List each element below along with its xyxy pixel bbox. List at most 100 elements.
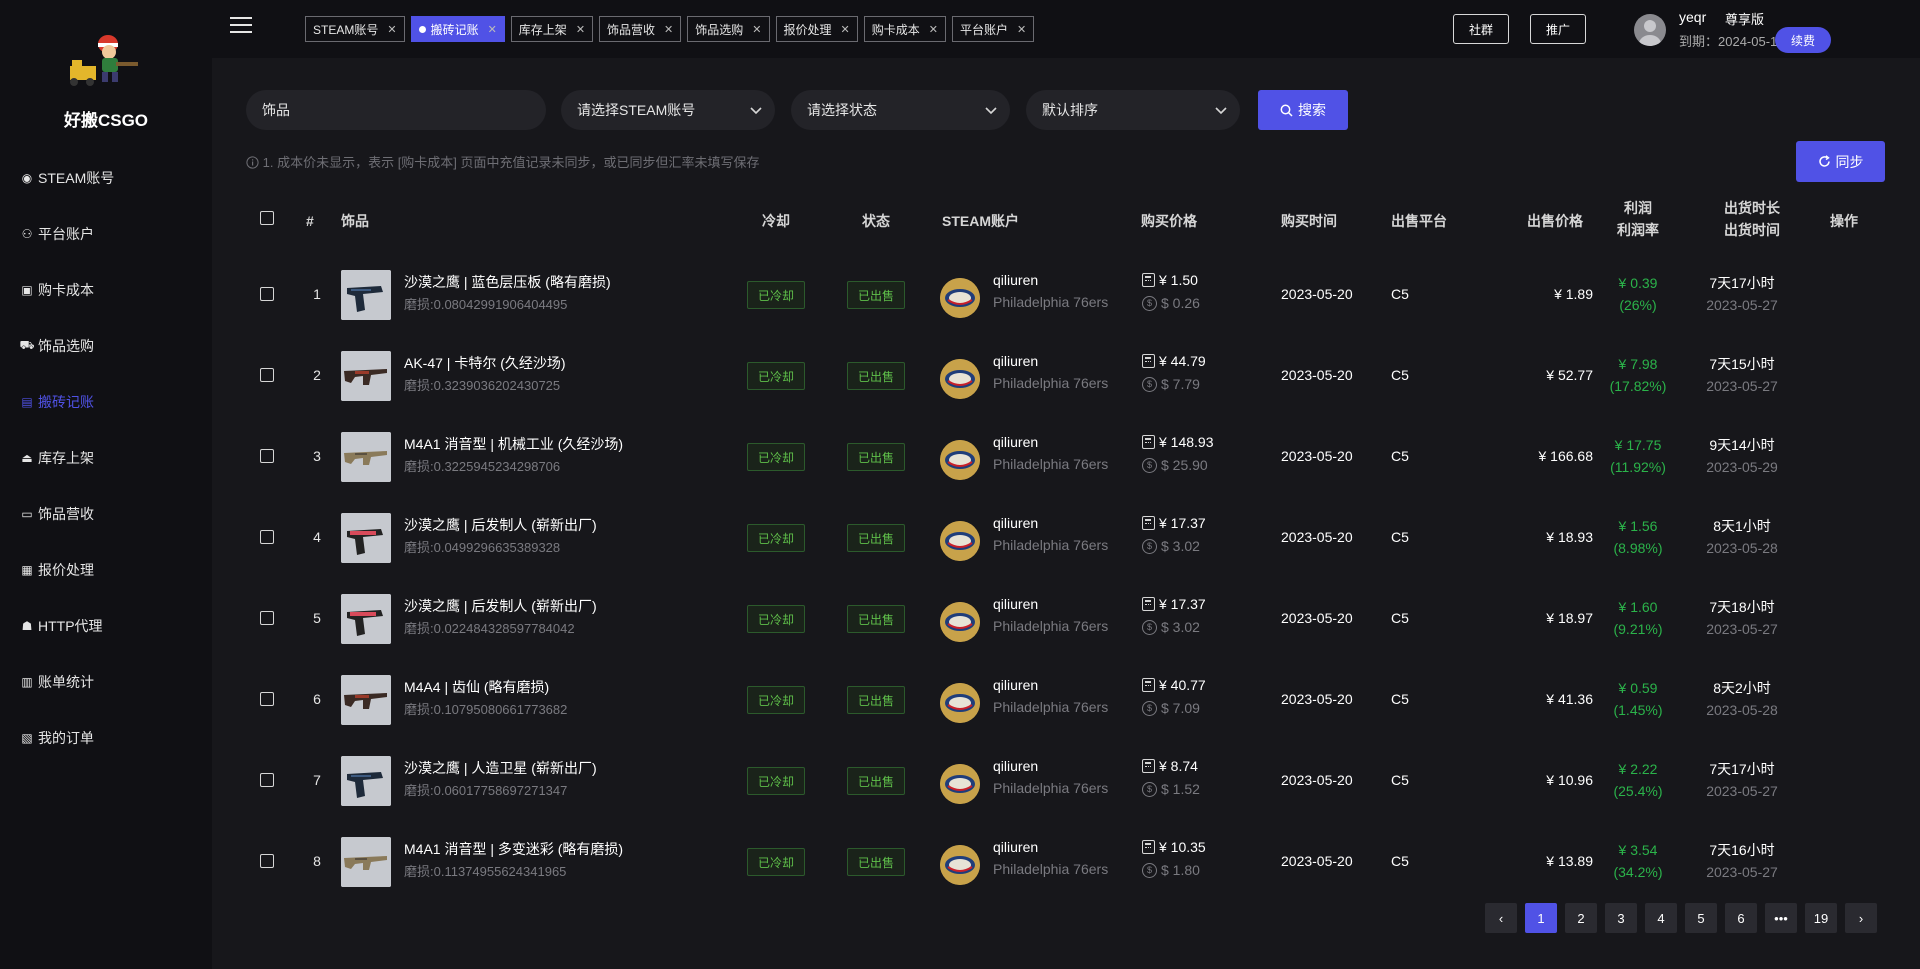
buy-price-usd: $ $ 0.26 xyxy=(1142,295,1200,311)
menu-toggle-icon[interactable] xyxy=(230,17,252,35)
sidebar-item-bill-stats[interactable]: ▥ 账单统计 xyxy=(0,654,212,710)
buy-price-cny-value: ¥ 40.77 xyxy=(1159,677,1206,693)
tab-card-cost[interactable]: 购卡成本 ✕ xyxy=(863,16,946,42)
sidebar-item-quote-handling[interactable]: ▦ 报价处理 xyxy=(0,542,212,598)
promote-button[interactable]: 推广 xyxy=(1530,14,1586,44)
tab-quote-handling[interactable]: 报价处理 ✕ xyxy=(775,16,858,42)
close-icon[interactable]: ✕ xyxy=(664,23,673,36)
tab-label: 平台账户 xyxy=(959,22,1008,37)
sidebar-item-item-revenue[interactable]: ▭ 饰品营收 xyxy=(0,486,212,542)
steam-account-name: qiliuren xyxy=(993,434,1039,450)
sell-price: ¥ 1.89 xyxy=(1554,286,1593,302)
page-2-button[interactable]: 2 xyxy=(1565,903,1597,933)
steam-account-select[interactable]: 请选择STEAM账号 xyxy=(561,90,775,130)
table-row[interactable]: 6 M4A4 | 齿仙 (略有磨损) 磨损:0.10795080661773682 已… xyxy=(212,659,1920,740)
page-3-button[interactable]: 3 xyxy=(1605,903,1637,933)
item-name[interactable]: M4A4 | 齿仙 (略有磨损) xyxy=(404,677,549,697)
close-icon[interactable]: ✕ xyxy=(752,23,761,36)
tab-steam-account[interactable]: STEAM账号 ✕ xyxy=(305,16,405,42)
profit: ¥ 1.60 (9.21%) xyxy=(1598,596,1678,640)
close-icon[interactable]: ✕ xyxy=(1017,23,1026,36)
tab-item-purchase[interactable]: 饰品选购 ✕ xyxy=(687,16,770,42)
cooldown-badge: 已冷却 xyxy=(747,605,805,633)
item-thumbnail xyxy=(341,837,391,887)
sidebar-item-platform-account[interactable]: ⚇ 平台账户 xyxy=(0,206,212,262)
status-select-value: 请选择状态 xyxy=(807,102,877,118)
prev-page-button[interactable]: ‹ xyxy=(1485,903,1517,933)
tab-item-revenue[interactable]: 饰品营收 ✕ xyxy=(599,16,682,42)
cooldown-badge: 已冷却 xyxy=(747,767,805,795)
item-name[interactable]: M4A1 消音型 | 机械工业 (久经沙场) xyxy=(404,434,623,454)
select-all-checkbox[interactable] xyxy=(260,211,274,225)
buy-date: 2023-05-20 xyxy=(1281,529,1353,545)
tab-platform-account[interactable]: 平台账户 ✕ xyxy=(951,16,1035,42)
sync-button[interactable]: 同步 xyxy=(1796,141,1885,182)
steam-avatar xyxy=(940,521,980,561)
table-row[interactable]: 4 沙漠之鹰 | 后发制人 (崭新出厂) 磨损:0.0499296635389328… xyxy=(212,497,1920,578)
next-page-button[interactable]: › xyxy=(1845,903,1877,933)
row-checkbox[interactable] xyxy=(260,530,274,544)
page-4-button[interactable]: 4 xyxy=(1645,903,1677,933)
item-search-input[interactable]: 饰品 xyxy=(246,90,546,130)
table-row[interactable]: 7 沙漠之鹰 | 人造卫星 (崭新出厂) 磨损:0.0601775869727134… xyxy=(212,740,1920,821)
page-last-button[interactable]: 19 xyxy=(1805,903,1837,933)
buy-price-cny: ¥ 1.50 xyxy=(1142,272,1198,288)
cooldown-badge: 已冷却 xyxy=(747,362,805,390)
sell-date: 2023-05-28 xyxy=(1706,540,1778,556)
profit: ¥ 2.22 (25.4%) xyxy=(1598,758,1678,802)
calculator-icon xyxy=(1142,273,1155,287)
buy-price-cny: ¥ 8.74 xyxy=(1142,758,1198,774)
item-name[interactable]: 沙漠之鹰 | 后发制人 (崭新出厂) xyxy=(404,515,597,535)
item-name[interactable]: 沙漠之鹰 | 蓝色层压板 (略有磨损) xyxy=(404,272,611,292)
table-row[interactable]: 5 沙漠之鹰 | 后发制人 (崭新出厂) 磨损:0.0224843285977840… xyxy=(212,578,1920,659)
sell-platform: C5 xyxy=(1391,286,1409,302)
table-row[interactable]: 3 M4A1 消音型 | 机械工业 (久经沙场) 磨损:0.322594523429… xyxy=(212,416,1920,497)
item-name[interactable]: 沙漠之鹰 | 人造卫星 (崭新出厂) xyxy=(404,758,597,778)
item-name[interactable]: AK-47 | 卡特尔 (久经沙场) xyxy=(404,353,566,373)
close-icon[interactable]: ✕ xyxy=(841,23,850,36)
row-checkbox[interactable] xyxy=(260,368,274,382)
sidebar-item-item-purchase[interactable]: ⛟ 饰品选购 xyxy=(0,318,212,374)
sort-select[interactable]: 默认排序 xyxy=(1026,90,1240,130)
table-row[interactable]: 2 AK-47 | 卡特尔 (久经沙场) 磨损:0.3239036202430725… xyxy=(212,335,1920,416)
renew-button[interactable]: 续费 xyxy=(1775,27,1831,53)
col-buy-time: 购买时间 xyxy=(1281,213,1337,229)
tab-trade-ledger[interactable]: 搬砖记账 ✕ xyxy=(410,16,505,42)
row-checkbox[interactable] xyxy=(260,854,274,868)
sidebar-item-label: 平台账户 xyxy=(38,226,94,242)
sidebar-item-card-cost[interactable]: ▣ 购卡成本 xyxy=(0,262,212,318)
close-icon[interactable]: ✕ xyxy=(488,23,497,36)
sidebar-item-trade-ledger[interactable]: ▤ 搬砖记账 xyxy=(0,374,212,430)
profit-rate: (34.2%) xyxy=(1613,864,1663,880)
item-name[interactable]: 沙漠之鹰 | 后发制人 (崭新出厂) xyxy=(404,596,597,616)
pagination-ellipsis[interactable]: ••• xyxy=(1765,903,1797,933)
row-checkbox[interactable] xyxy=(260,692,274,706)
steam-account-team: Philadelphia 76ers xyxy=(993,861,1109,877)
sidebar-item-http-proxy[interactable]: ☗ HTTP代理 xyxy=(0,598,212,654)
tab-inventory-listing[interactable]: 库存上架 ✕ xyxy=(510,16,594,42)
row-checkbox[interactable] xyxy=(260,611,274,625)
col-profit: 利润 利润率 xyxy=(1598,197,1678,241)
community-button[interactable]: 社群 xyxy=(1453,14,1509,44)
avatar[interactable] xyxy=(1634,14,1666,46)
row-checkbox[interactable] xyxy=(260,287,274,301)
page-6-button[interactable]: 6 xyxy=(1725,903,1757,933)
search-button[interactable]: 搜索 xyxy=(1258,90,1348,130)
row-checkbox[interactable] xyxy=(260,449,274,463)
close-icon[interactable]: ✕ xyxy=(929,23,938,36)
status-select[interactable]: 请选择状态 xyxy=(791,90,1010,130)
table-row[interactable]: 1 沙漠之鹰 | 蓝色层压板 (略有磨损) 磨损:0.080429919064044… xyxy=(212,254,1920,335)
sidebar-item-steam-account[interactable]: ◉ STEAM账号 xyxy=(0,150,212,206)
sidebar-item-inventory-listing[interactable]: ⏏ 库存上架 xyxy=(0,430,212,486)
status-badge: 已出售 xyxy=(847,686,905,714)
item-name[interactable]: M4A1 消音型 | 多变迷彩 (略有磨损) xyxy=(404,839,623,859)
page-1-button[interactable]: 1 xyxy=(1525,903,1557,933)
close-icon[interactable]: ✕ xyxy=(387,23,396,36)
close-icon[interactable]: ✕ xyxy=(576,23,585,36)
table-row[interactable]: 8 M4A1 消音型 | 多变迷彩 (略有磨损) 磨损:0.113749556243… xyxy=(212,821,1920,902)
sidebar-item-my-orders[interactable]: ▧ 我的订单 xyxy=(0,710,212,766)
duration-value: 7天18小时 xyxy=(1709,599,1775,615)
page-5-button[interactable]: 5 xyxy=(1685,903,1717,933)
book-icon: ▤ xyxy=(21,395,33,409)
row-checkbox[interactable] xyxy=(260,773,274,787)
